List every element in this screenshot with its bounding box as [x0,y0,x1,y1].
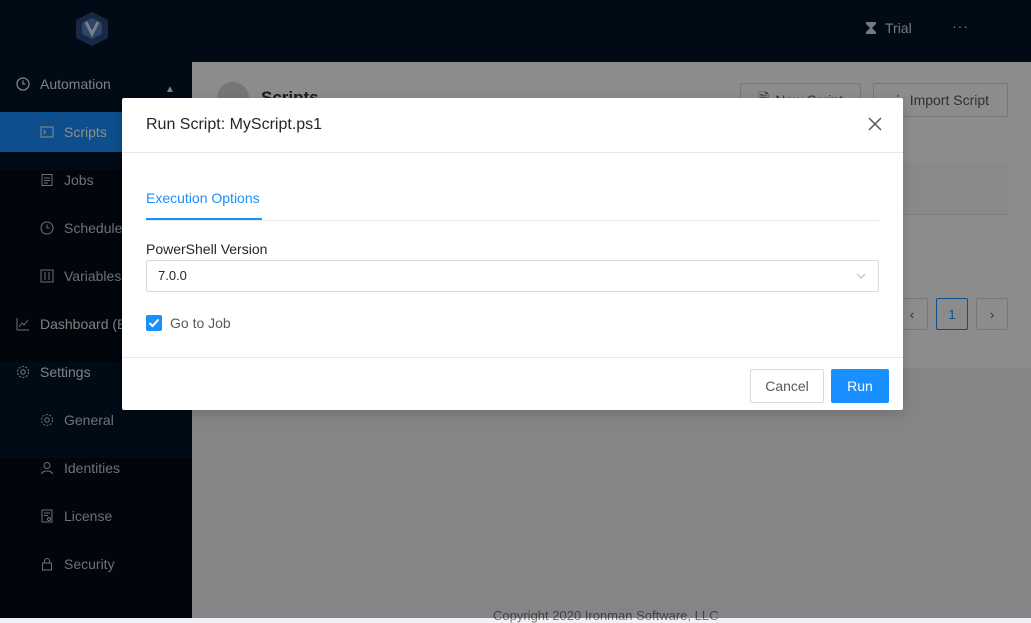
go-to-job-checkbox[interactable] [146,315,162,331]
go-to-job-label[interactable]: Go to Job [170,315,231,331]
run-script-modal: Run Script: MyScript.ps1 Execution Optio… [122,98,903,410]
tab-active-indicator [146,218,262,220]
checkmark-icon [148,318,160,328]
modal-title: Run Script: MyScript.ps1 [146,116,323,133]
tab-execution-options[interactable]: Execution Options [146,190,260,206]
chevron-down-icon [856,273,866,279]
close-icon[interactable] [866,115,884,133]
run-button[interactable]: Run [831,369,889,403]
select-value: 7.0.0 [158,268,187,283]
powershell-version-select[interactable]: 7.0.0 [146,260,879,292]
powershell-version-label: PowerShell Version [146,241,268,257]
cancel-button[interactable]: Cancel [750,369,824,403]
modal-header: Run Script: MyScript.ps1 [122,98,903,153]
modal-tabs: Execution Options [146,176,879,221]
